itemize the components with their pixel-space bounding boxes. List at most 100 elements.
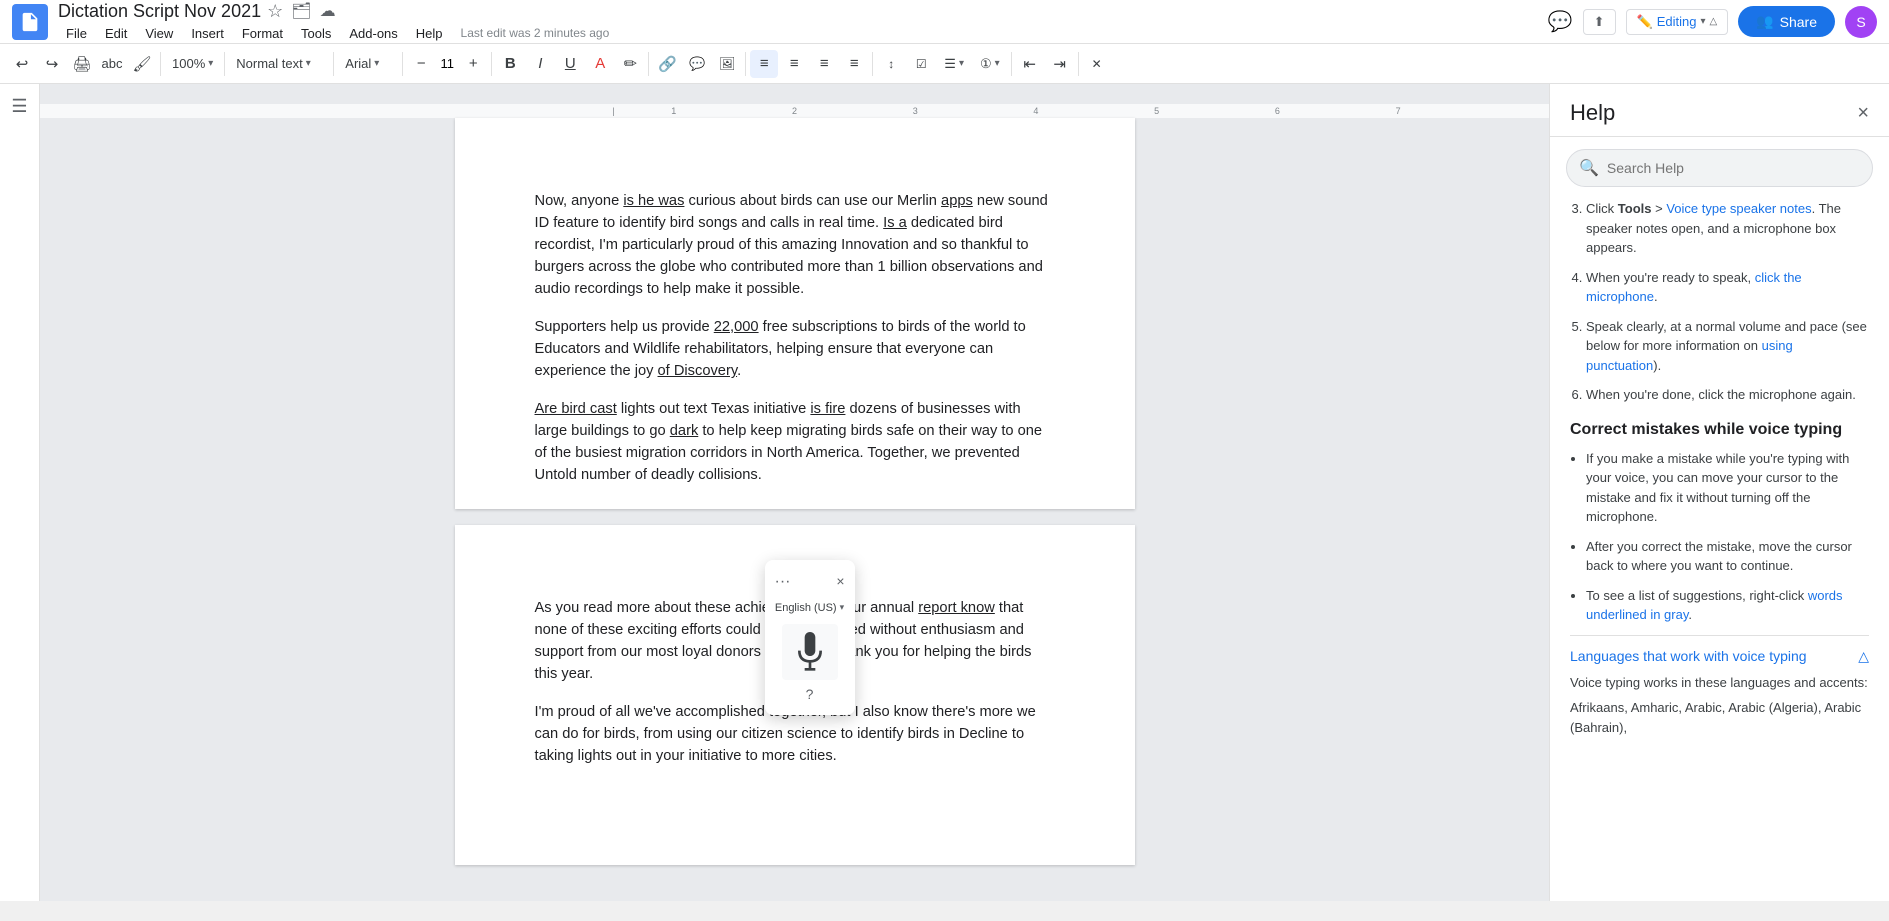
languages-section: Languages that work with voice typing △ … (1570, 635, 1869, 738)
menu-format[interactable]: Format (234, 24, 291, 43)
style-dropdown-icon: ▾ (306, 58, 311, 69)
toolbar-separator-1 (160, 52, 161, 76)
zoom-select[interactable]: 100% ▾ (165, 53, 220, 74)
spell-check-button[interactable]: abc (98, 50, 126, 78)
menu-file[interactable]: File (58, 24, 95, 43)
ruler-marker-3: 3 (913, 106, 918, 116)
help-search-input[interactable] (1607, 160, 1860, 176)
languages-intro: Voice typing works in these languages an… (1570, 673, 1869, 693)
correct-item-3: To see a list of suggestions, right-clic… (1586, 586, 1869, 625)
numbered-list-select[interactable]: ① ▾ (973, 53, 1007, 75)
font-size-value[interactable]: 11 (437, 56, 457, 71)
help-content: Click Tools > Voice type speaker notes. … (1550, 199, 1889, 901)
redo-button[interactable]: ↪ (38, 50, 66, 78)
main-area: ☰ | 1 2 3 4 5 6 7 Now, anyone is he was … (0, 84, 1889, 901)
voice-widget-close-button[interactable]: × (836, 571, 844, 592)
voice-widget-menu-button[interactable]: ··· (775, 570, 791, 594)
page1-para1[interactable]: Now, anyone is he was curious about bird… (535, 190, 1055, 300)
undo-button[interactable]: ↩ (8, 50, 36, 78)
user-avatar[interactable]: S (1845, 6, 1877, 38)
title-icons: ☆ 🗂 ☁ (267, 1, 335, 22)
checklist-button[interactable]: ☑ (907, 50, 935, 78)
help-panel: Help × 🔍 Click Tools > Voice type speake… (1549, 84, 1889, 901)
voice-help-button[interactable]: ? (806, 684, 814, 705)
toolbar-separator-7 (745, 52, 746, 76)
bullet-list-icon: ☰ (944, 56, 956, 72)
line-spacing-button[interactable]: ↕ (877, 50, 905, 78)
toolbar-separator-4 (402, 52, 403, 76)
share-button[interactable]: 👥 Share (1738, 6, 1835, 37)
align-right-button[interactable]: ≡ (810, 50, 838, 78)
font-select[interactable]: Arial ▾ (338, 53, 398, 74)
page-1: Now, anyone is he was curious about bird… (455, 118, 1135, 509)
editing-label: Editing (1657, 14, 1697, 29)
toolbar-separator-9 (1011, 52, 1012, 76)
text-color-button[interactable]: A (586, 50, 614, 78)
ruler-marker-5: 5 (1154, 106, 1159, 116)
menu-insert[interactable]: Insert (183, 24, 232, 43)
ruler-marker-7: 7 (1396, 106, 1401, 116)
share-icon: 👥 (1756, 13, 1773, 30)
link-button[interactable]: 🔗 (653, 50, 681, 78)
voice-typing-widget: ··· × English (US) ▾ ? (765, 560, 855, 716)
image-button[interactable]: 🖼 (713, 50, 741, 78)
help-close-button[interactable]: × (1857, 102, 1869, 125)
menu-addons[interactable]: Add-ons (341, 24, 405, 43)
doc-title-row: Dictation Script Nov 2021 ☆ 🗂 ☁ (58, 1, 1548, 22)
app-icon[interactable] (12, 4, 48, 40)
share-label: Share (1780, 14, 1817, 30)
click-mic-link[interactable]: click the microphone (1586, 270, 1802, 305)
font-size-increase-button[interactable]: + (459, 50, 487, 78)
paint-format-button[interactable]: 🖌 (128, 50, 156, 78)
menu-edit[interactable]: Edit (97, 24, 135, 43)
star-icon[interactable]: ☆ (267, 1, 283, 22)
doc-title[interactable]: Dictation Script Nov 2021 (58, 1, 261, 22)
numbered-list-icon: ① (980, 56, 992, 72)
comment-insert-button[interactable]: 💬 (683, 50, 711, 78)
highlight-button[interactable]: ✏ (616, 50, 644, 78)
menu-view[interactable]: View (137, 24, 181, 43)
toolbar-separator-6 (648, 52, 649, 76)
gray-underline-link[interactable]: words underlined in gray (1586, 588, 1843, 623)
comment-button[interactable]: 💬 (1548, 9, 1573, 34)
voice-language-dropdown-icon: ▾ (840, 601, 845, 615)
ruler-marker-4: 4 (1033, 106, 1038, 116)
doc-sidebar-toggle[interactable]: ☰ (0, 84, 40, 901)
correct-mistakes-heading: Correct mistakes while voice typing (1570, 421, 1869, 439)
bold-button[interactable]: B (496, 50, 524, 78)
menu-tools[interactable]: Tools (293, 24, 339, 43)
help-step-5: Speak clearly, at a normal volume and pa… (1586, 317, 1869, 376)
languages-toggle[interactable]: Languages that work with voice typing △ (1570, 648, 1869, 665)
indent-inc-button[interactable]: ⇥ (1046, 50, 1074, 78)
top-bar: Dictation Script Nov 2021 ☆ 🗂 ☁ File Edi… (0, 0, 1889, 44)
bullet-list-select[interactable]: ☰ ▾ (937, 53, 971, 75)
voice-type-link[interactable]: Voice type speaker notes (1666, 201, 1811, 216)
languages-list: Afrikaans, Amharic, Arabic, Arabic (Alge… (1570, 698, 1869, 737)
punctuation-link[interactable]: using punctuation (1586, 338, 1793, 373)
underline-button[interactable]: U (556, 50, 584, 78)
help-search-box[interactable]: 🔍 (1566, 149, 1873, 187)
sidebar-toggle-icon[interactable]: ☰ (11, 96, 27, 117)
toolbar-separator-8 (872, 52, 873, 76)
page1-para3[interactable]: Are bird cast lights out text Texas init… (535, 398, 1055, 486)
indent-dec-button[interactable]: ⇤ (1016, 50, 1044, 78)
voice-language-selector[interactable]: English (US) ▾ (775, 600, 844, 617)
justify-button[interactable]: ≡ (840, 50, 868, 78)
page1-para2[interactable]: Supporters help us provide 22,000 free s… (535, 316, 1055, 382)
version-history-btn[interactable]: ⬆ (1583, 9, 1616, 35)
voice-microphone-button[interactable] (782, 624, 838, 680)
italic-button[interactable]: I (526, 50, 554, 78)
cloud-icon[interactable]: ☁ (320, 1, 336, 21)
folder-icon[interactable]: 🗂 (291, 1, 311, 21)
voice-widget-top: ··· × (775, 570, 845, 594)
menu-help[interactable]: Help (408, 24, 451, 43)
print-button[interactable]: 🖨 (68, 50, 96, 78)
align-center-button[interactable]: ≡ (780, 50, 808, 78)
ruler: | 1 2 3 4 5 6 7 (40, 104, 1549, 118)
clear-format-button[interactable]: ✕ (1083, 50, 1111, 78)
voice-language-label: English (US) (775, 600, 837, 617)
align-left-button[interactable]: ≡ (750, 50, 778, 78)
editing-button[interactable]: ✏️ Editing ▾ △ (1626, 9, 1729, 35)
font-size-decrease-button[interactable]: − (407, 50, 435, 78)
style-select[interactable]: Normal text ▾ (229, 53, 329, 74)
